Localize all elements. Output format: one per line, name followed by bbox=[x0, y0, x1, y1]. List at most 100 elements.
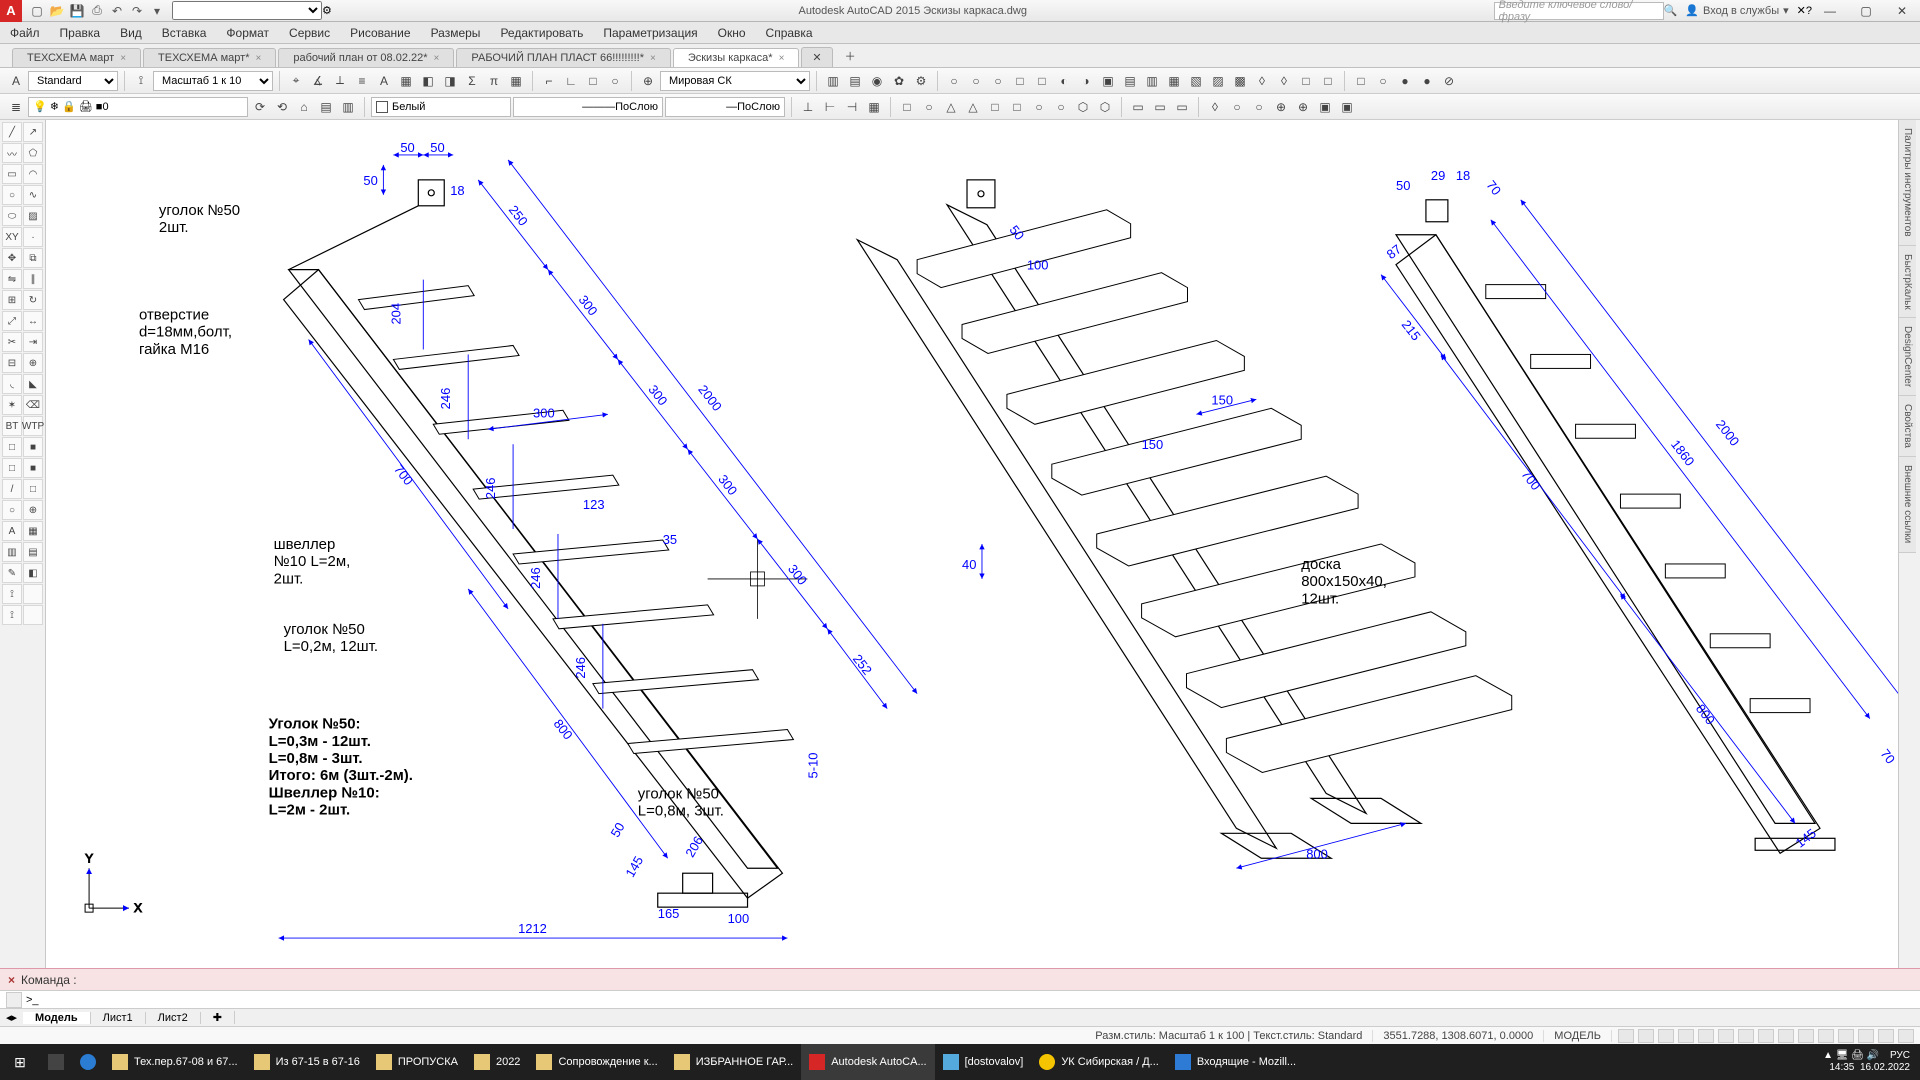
rect-icon[interactable]: ▭ bbox=[2, 164, 22, 184]
menu-view[interactable]: Вид bbox=[110, 26, 152, 40]
tool-icon[interactable]: ▥ bbox=[338, 97, 358, 117]
taskbar-item[interactable]: УК Сибирская / Д... bbox=[1031, 1044, 1167, 1080]
file-tab[interactable]: ТЕХСХЕМА март*× bbox=[143, 48, 276, 67]
tool-icon[interactable]: ◐ bbox=[1054, 71, 1074, 91]
tool-icon[interactable]: ◊ bbox=[1252, 71, 1272, 91]
tool-icon[interactable]: ■ bbox=[23, 437, 43, 457]
tool-icon[interactable]: ▭ bbox=[1150, 97, 1170, 117]
taskbar-item[interactable]: Тех.пер.67-08 и 67... bbox=[104, 1044, 246, 1080]
textstyle-icon[interactable]: A bbox=[6, 71, 26, 91]
tool-icon[interactable]: ⊣ bbox=[842, 97, 862, 117]
redo-icon[interactable]: ↷ bbox=[128, 2, 146, 20]
layout-tab[interactable]: Лист2 bbox=[146, 1012, 201, 1024]
ucs-combo[interactable]: Мировая СК bbox=[660, 71, 810, 91]
add-file-tab[interactable]: ＋ bbox=[835, 45, 866, 67]
tool-icon[interactable]: □ bbox=[583, 71, 603, 91]
palette-tab[interactable]: Свойства bbox=[1899, 396, 1916, 457]
menu-window[interactable]: Окно bbox=[708, 26, 756, 40]
taskbar-item[interactable]: ИЗБРАННОЕ ГАР... bbox=[666, 1044, 802, 1080]
tool-icon[interactable]: ▥ bbox=[823, 71, 843, 91]
tool-icon[interactable]: ○ bbox=[1227, 97, 1247, 117]
menu-file[interactable]: Файл bbox=[0, 26, 50, 40]
copy-icon[interactable]: ⧉ bbox=[23, 248, 43, 268]
menu-format[interactable]: Формат bbox=[216, 26, 279, 40]
grid-toggle[interactable] bbox=[1618, 1029, 1634, 1043]
tool-icon[interactable]: ○ bbox=[966, 71, 986, 91]
taskbar-item[interactable]: Autodesk AutoCA... bbox=[801, 1044, 934, 1080]
ucs-icon[interactable]: ⊕ bbox=[638, 71, 658, 91]
tool-icon[interactable]: ✎ bbox=[2, 563, 22, 583]
taskbar-item[interactable]: Из 67-15 в 67-16 bbox=[246, 1044, 368, 1080]
clean-toggle[interactable] bbox=[1898, 1029, 1914, 1043]
taskbar-item[interactable] bbox=[72, 1044, 104, 1080]
tool-icon[interactable]: ⌂ bbox=[294, 97, 314, 117]
color-combo[interactable]: Белый bbox=[371, 97, 511, 117]
palette-tab[interactable]: БыстрКальк bbox=[1899, 246, 1916, 319]
text-icon[interactable]: XY bbox=[2, 227, 22, 247]
lineweight-combo[interactable]: — ПоСлою bbox=[665, 97, 785, 117]
tool-icon[interactable]: ▦ bbox=[864, 97, 884, 117]
tool-icon[interactable]: □ bbox=[1007, 97, 1027, 117]
file-tab[interactable]: рабочий план от 08.02.22*× bbox=[278, 48, 454, 67]
tool-icon[interactable]: ▦ bbox=[23, 521, 43, 541]
tool-icon[interactable]: □ bbox=[2, 437, 22, 457]
tool-icon[interactable]: ◧ bbox=[23, 563, 43, 583]
system-tray[interactable]: ▲ 🖥 🖨 🔊 РУС 14:35 16.02.2022 bbox=[1813, 1048, 1920, 1076]
taskbar-item[interactable]: [dostovalov] bbox=[935, 1044, 1032, 1080]
textstyle-combo[interactable]: Standard bbox=[28, 71, 118, 91]
tool-icon[interactable]: / bbox=[2, 479, 22, 499]
hatch-icon[interactable]: ▨ bbox=[23, 206, 43, 226]
palette-tab[interactable]: Внешние ссылки bbox=[1899, 457, 1916, 552]
menu-param[interactable]: Параметризация bbox=[593, 26, 707, 40]
tool-icon[interactable]: ◊ bbox=[1205, 97, 1225, 117]
taskbar-item[interactable]: ПРОПУСКА bbox=[368, 1044, 466, 1080]
tool-icon[interactable]: ⬡ bbox=[1073, 97, 1093, 117]
tool-icon[interactable]: ○ bbox=[1249, 97, 1269, 117]
iso-toggle[interactable] bbox=[1878, 1029, 1894, 1043]
close-button[interactable]: ✕ bbox=[1884, 0, 1920, 22]
tool-icon[interactable]: ▨ bbox=[1208, 71, 1228, 91]
tool-icon[interactable]: ▧ bbox=[1186, 71, 1206, 91]
tool-icon[interactable]: ⟲ bbox=[272, 97, 292, 117]
taskbar-item[interactable]: 2022 bbox=[466, 1044, 528, 1080]
offset-icon[interactable]: ∥ bbox=[23, 269, 43, 289]
menu-help[interactable]: Справка bbox=[756, 26, 823, 40]
polar-toggle[interactable] bbox=[1678, 1029, 1694, 1043]
pline-icon[interactable]: 〰 bbox=[2, 143, 22, 163]
undo-icon[interactable]: ↶ bbox=[108, 2, 126, 20]
tool-icon[interactable]: ○ bbox=[1373, 71, 1393, 91]
tool-icon[interactable]: ▤ bbox=[316, 97, 336, 117]
minimize-button[interactable]: — bbox=[1812, 0, 1848, 22]
close-icon[interactable]: × bbox=[650, 53, 656, 64]
tool-icon[interactable]: □ bbox=[1296, 71, 1316, 91]
tool-icon[interactable]: □ bbox=[985, 97, 1005, 117]
tool-icon[interactable]: ▥ bbox=[2, 542, 22, 562]
close-icon[interactable]: × bbox=[779, 53, 785, 64]
tool-icon[interactable]: ⚙ bbox=[911, 71, 931, 91]
tool-icon[interactable]: ▤ bbox=[845, 71, 865, 91]
ellipse-icon[interactable]: ⬭ bbox=[2, 206, 22, 226]
tool-icon[interactable]: ◉ bbox=[867, 71, 887, 91]
tool-icon[interactable]: WTP bbox=[23, 416, 43, 436]
tool-icon[interactable]: ◑ bbox=[1076, 71, 1096, 91]
maximize-button[interactable]: ▢ bbox=[1848, 0, 1884, 22]
tool-icon[interactable]: ○ bbox=[2, 500, 22, 520]
menu-dims[interactable]: Размеры bbox=[421, 26, 491, 40]
tool-icon[interactable]: π bbox=[484, 71, 504, 91]
layer-mgr-icon[interactable]: ≣ bbox=[6, 97, 26, 117]
tool-icon[interactable]: ⟟ bbox=[2, 584, 22, 604]
menu-insert[interactable]: Вставка bbox=[152, 26, 217, 40]
taskbar-item[interactable] bbox=[40, 1044, 72, 1080]
layout-tab-model[interactable]: Модель bbox=[23, 1012, 91, 1024]
scale-icon[interactable]: ⤢ bbox=[2, 311, 22, 331]
layout-tab[interactable]: Лист1 bbox=[91, 1012, 146, 1024]
tool-icon[interactable]: ⌐ bbox=[539, 71, 559, 91]
tool-icon[interactable]: ▭ bbox=[1172, 97, 1192, 117]
tool-icon[interactable]: ≡ bbox=[352, 71, 372, 91]
open-icon[interactable]: 📂 bbox=[48, 2, 66, 20]
menu-modify[interactable]: Редактировать bbox=[490, 26, 593, 40]
menu-tools[interactable]: Сервис bbox=[279, 26, 340, 40]
explode-icon[interactable]: ✶ bbox=[2, 395, 22, 415]
ws-toggle[interactable] bbox=[1838, 1029, 1854, 1043]
status-space[interactable]: МОДЕЛЬ bbox=[1544, 1030, 1612, 1042]
